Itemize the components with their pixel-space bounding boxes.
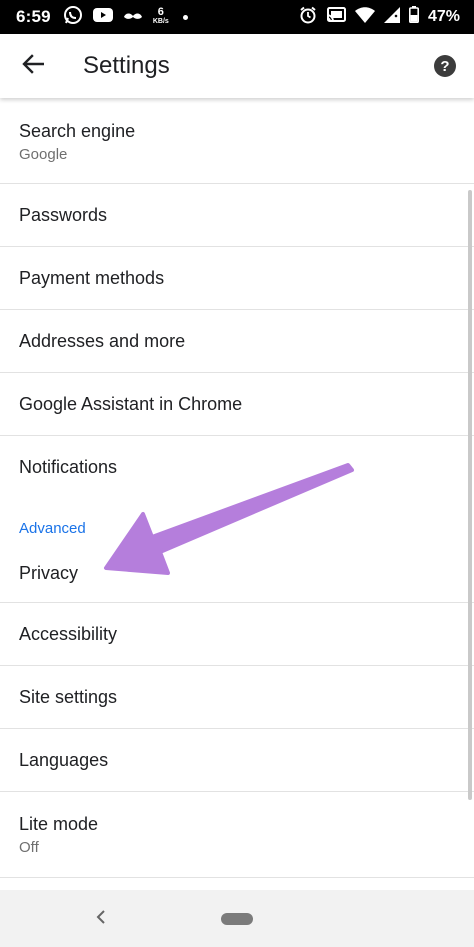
settings-item-title: Addresses and more	[19, 331, 186, 351]
system-icons: 47%	[299, 6, 460, 29]
arrow-back-icon	[22, 53, 45, 79]
back-button[interactable]	[0, 34, 66, 98]
settings-item-lite-mode[interactable]: Lite mode Off	[0, 792, 474, 878]
signal-icon	[383, 6, 400, 28]
network-speed-unit: KB/s	[152, 18, 169, 25]
settings-item-payment-methods[interactable]: Payment methods	[0, 247, 474, 310]
settings-item-title: Notifications	[19, 457, 118, 477]
settings-item-title: Google Assistant in Chrome	[19, 394, 243, 414]
settings-item-title: Accessibility	[19, 624, 118, 644]
settings-item-title: Search engine	[19, 121, 136, 141]
mustache-icon	[123, 8, 143, 26]
battery-percentage: 47%	[427, 8, 460, 25]
nav-home-button[interactable]	[221, 912, 253, 925]
settings-item-google-assistant[interactable]: Google Assistant in Chrome	[0, 373, 474, 436]
navigation-bar	[0, 890, 474, 947]
settings-item-accessibility[interactable]: Accessibility	[0, 603, 474, 666]
settings-item-title: Payment methods	[19, 268, 165, 288]
settings-item-subtitle: Google	[19, 146, 68, 163]
network-speed: 6 KB/s	[152, 6, 169, 26]
section-header-advanced: Advanced	[19, 520, 86, 537]
more-notifications-dot-icon	[182, 14, 188, 20]
settings-item-passwords[interactable]: Passwords	[0, 184, 474, 247]
wifi-icon	[354, 6, 375, 28]
status-time: 6:59	[16, 7, 51, 26]
settings-item-privacy[interactable]: Privacy	[0, 542, 474, 603]
settings-item-title: Privacy	[19, 563, 79, 583]
whatsapp-icon	[63, 5, 83, 30]
help-button[interactable]: ?	[416, 34, 474, 98]
status-bar: 6:59 6 KB/s 47%	[0, 0, 474, 34]
page-title: Settings	[83, 52, 170, 79]
settings-item-languages[interactable]: Languages	[0, 729, 474, 792]
battery-icon	[408, 6, 419, 28]
network-speed-value: 6	[157, 6, 164, 18]
settings-item-search-engine[interactable]: Search engine Google	[0, 98, 474, 184]
help-icon: ?	[434, 55, 456, 77]
settings-item-title: Passwords	[19, 205, 108, 225]
notification-icons: 6 KB/s	[63, 5, 188, 30]
settings-item-title: Lite mode	[19, 814, 99, 834]
scrollbar[interactable]	[468, 190, 472, 800]
settings-item-site-settings[interactable]: Site settings	[0, 666, 474, 729]
youtube-icon	[92, 7, 113, 28]
cast-icon	[326, 6, 346, 28]
alarm-icon	[299, 6, 317, 29]
app-bar: Settings ?	[0, 34, 474, 98]
settings-item-title: Languages	[19, 750, 109, 770]
nav-back-button[interactable]	[94, 908, 108, 931]
settings-item-title: Site settings	[19, 687, 118, 707]
settings-item-addresses[interactable]: Addresses and more	[0, 310, 474, 373]
settings-item-notifications[interactable]: Notifications	[0, 436, 474, 499]
settings-item-subtitle: Off	[19, 839, 39, 856]
